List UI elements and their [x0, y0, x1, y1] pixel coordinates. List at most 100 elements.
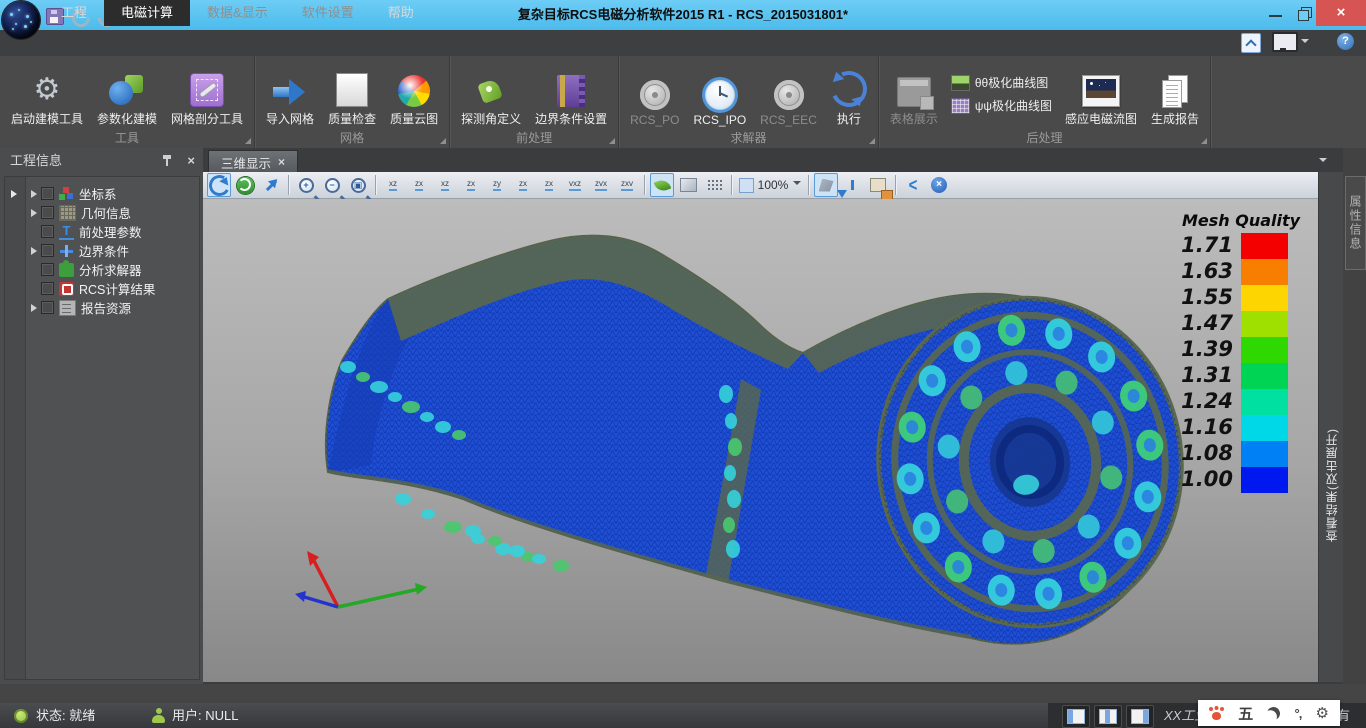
generate-report-button[interactable]: 生成报告 — [1144, 59, 1206, 129]
tab-overflow-dropdown-icon[interactable] — [1319, 158, 1327, 166]
ime-logo-paw-icon[interactable] — [1209, 707, 1224, 720]
tree-boundary-condition[interactable]: 边界条件 — [5, 241, 199, 260]
clip-plane-button[interactable] — [814, 173, 838, 197]
view-preset-1-button[interactable]: zx — [407, 173, 431, 197]
tree-preprocess-params[interactable]: T前处理参数 — [5, 222, 199, 241]
mesh-partition-tool-button[interactable]: 网格剖分工具 — [164, 59, 250, 129]
zoom-out-button[interactable]: − — [320, 173, 344, 197]
dialog-launcher-icon[interactable] — [869, 138, 875, 144]
dialog-launcher-icon[interactable] — [609, 138, 615, 144]
zoom-fit-button[interactable]: ▣ — [346, 173, 370, 197]
zoom-in-button[interactable]: + — [294, 173, 318, 197]
layers-button[interactable] — [866, 173, 890, 197]
collapse-ribbon-button[interactable] — [1241, 33, 1261, 53]
tree-geometry-info-expander[interactable] — [31, 209, 41, 217]
tree-geometry-info[interactable]: 几何信息 — [5, 203, 199, 222]
tab-software-settings[interactable]: 软件设置 — [285, 0, 371, 26]
psi-polarization-curve-button[interactable]: ψψ极化曲线图 — [951, 97, 1052, 114]
legend-entry-2: 1.55 — [1175, 285, 1307, 311]
probe-angle-define-button[interactable]: 探测角定义 — [454, 59, 528, 129]
view-preset-0-button[interactable]: xz — [381, 173, 405, 197]
mesh-model-3d[interactable] — [203, 199, 1318, 682]
dialog-launcher-icon[interactable] — [245, 138, 251, 144]
tree-report-resources[interactable]: 报告资源 — [5, 298, 199, 317]
close-view-button[interactable]: × — [927, 173, 951, 197]
display-switch-dropdown-icon[interactable] — [1301, 39, 1309, 47]
view-preset-2-button[interactable]: xz — [433, 173, 457, 197]
rotate-view-button[interactable] — [207, 173, 231, 197]
tree-report-resources-expander[interactable] — [31, 304, 41, 312]
tree-coordinate-system-checkbox[interactable] — [41, 187, 54, 200]
tree-geometry-info-checkbox[interactable] — [41, 206, 54, 219]
tree-preprocess-params-checkbox[interactable] — [41, 225, 54, 238]
rcs-ipo-solver-button[interactable]: RCS_IPO — [686, 59, 753, 129]
table-display-button[interactable]: 表格展示 — [883, 59, 945, 129]
tree-geometry-info-label: 几何信息 — [81, 203, 131, 222]
tab-em-compute[interactable]: 电磁计算 — [104, 0, 190, 26]
pin-icon[interactable] — [163, 155, 171, 167]
shaded-mode-button[interactable] — [650, 173, 674, 197]
points-mode-button[interactable] — [702, 173, 726, 197]
tab-data-display[interactable]: 数据&显示 — [190, 0, 285, 26]
zoom-level-dropdown[interactable]: 100% — [736, 173, 804, 197]
ime-settings-gear-icon[interactable]: ⚙ — [1315, 706, 1328, 721]
mirror-view-icon: < — [909, 176, 918, 194]
help-button[interactable]: ? — [1337, 33, 1354, 50]
view-preset-4-button[interactable]: zy — [485, 173, 509, 197]
tree-boundary-condition-expander[interactable] — [31, 247, 41, 255]
close-button[interactable]: × — [1316, 0, 1366, 26]
panel-close-icon[interactable]: × — [187, 148, 195, 174]
tree-rcs-results[interactable]: RCS计算结果 — [5, 279, 199, 298]
app-logo-icon[interactable] — [2, 1, 40, 39]
tree-report-resources-checkbox[interactable] — [41, 301, 54, 314]
dialog-launcher-icon[interactable] — [1201, 138, 1207, 144]
theta-polarization-curve-button[interactable]: θθ极化曲线图 — [951, 74, 1052, 91]
legend-title: Mesh Quality — [1175, 211, 1307, 230]
parametric-modeling-button[interactable]: 参数化建模 — [90, 59, 164, 129]
view-preset-8-button[interactable]: zvx — [589, 173, 613, 197]
rcs-eec-solver-button[interactable]: RCS_EEC — [753, 59, 824, 129]
properties-panel-tab[interactable]: 属性信息 — [1345, 176, 1366, 270]
ime-input-mode-button[interactable]: 五 — [1238, 703, 1253, 724]
layout-right-pane-button[interactable] — [1126, 705, 1154, 728]
view-preset-5-button[interactable]: zx — [511, 173, 535, 197]
quality-cloud-map-button[interactable]: 质量云图 — [383, 59, 445, 129]
quality-check-button[interactable]: 质量检查 — [321, 59, 383, 129]
launch-modeling-tool-button[interactable]: 启动建模工具 — [4, 59, 90, 129]
results-side-strip[interactable]: 查看结果(双击展开) — [1318, 172, 1344, 682]
drop-view-button[interactable] — [840, 173, 864, 197]
tree-gutter-arrow-icon[interactable] — [11, 190, 21, 198]
viewport-3d[interactable]: Mesh Quality 1.711.631.551.471.391.311.2… — [203, 199, 1318, 682]
tab-3d-display[interactable]: 三维显示 × — [208, 150, 298, 173]
tree-rcs-results-checkbox[interactable] — [41, 282, 54, 295]
tree-coordinate-system-expander[interactable] — [31, 190, 41, 198]
display-switch-icon[interactable] — [1272, 32, 1298, 52]
ime-punctuation-button[interactable]: °, — [1295, 706, 1302, 721]
induced-em-current-map-button[interactable]: 感应电磁流图 — [1058, 59, 1144, 129]
tab-close-icon[interactable]: × — [278, 155, 285, 169]
layout-middle-pane-button[interactable] — [1094, 705, 1122, 728]
orbit-view-button[interactable] — [233, 173, 257, 197]
tree-analysis-solver[interactable]: 分析求解器 — [5, 260, 199, 279]
layout-left-pane-button[interactable] — [1062, 705, 1090, 728]
tree-coordinate-system[interactable]: 坐标系 — [5, 184, 199, 203]
tree-analysis-solver-checkbox[interactable] — [41, 263, 54, 276]
tree-boundary-condition-checkbox[interactable] — [41, 244, 54, 257]
dialog-launcher-icon[interactable] — [440, 138, 446, 144]
view-preset-7-button[interactable]: vxz — [563, 173, 587, 197]
tab-help[interactable]: 帮助 — [371, 0, 431, 26]
wireframe-mode-button[interactable] — [676, 173, 700, 197]
rcsres-icon — [59, 282, 74, 296]
rcs-po-solver-button[interactable]: RCS_PO — [623, 59, 686, 129]
view-preset-6-button[interactable]: zx — [537, 173, 561, 197]
launch-modeling-tool-label: 启动建模工具 — [11, 110, 83, 127]
boundary-condition-setup-button[interactable]: 边界条件设置 — [528, 59, 614, 129]
import-mesh-button[interactable]: 导入网格 — [259, 59, 321, 129]
execute-button[interactable]: 执行 — [824, 59, 874, 129]
pan-view-button[interactable] — [259, 173, 283, 197]
tab-project[interactable]: 工程 — [44, 0, 104, 26]
mirror-view-button[interactable]: < — [901, 173, 925, 197]
view-preset-9-button[interactable]: zxv — [615, 173, 639, 197]
ime-fullwidth-moon-icon[interactable] — [1266, 705, 1283, 722]
view-preset-3-button[interactable]: zx — [459, 173, 483, 197]
